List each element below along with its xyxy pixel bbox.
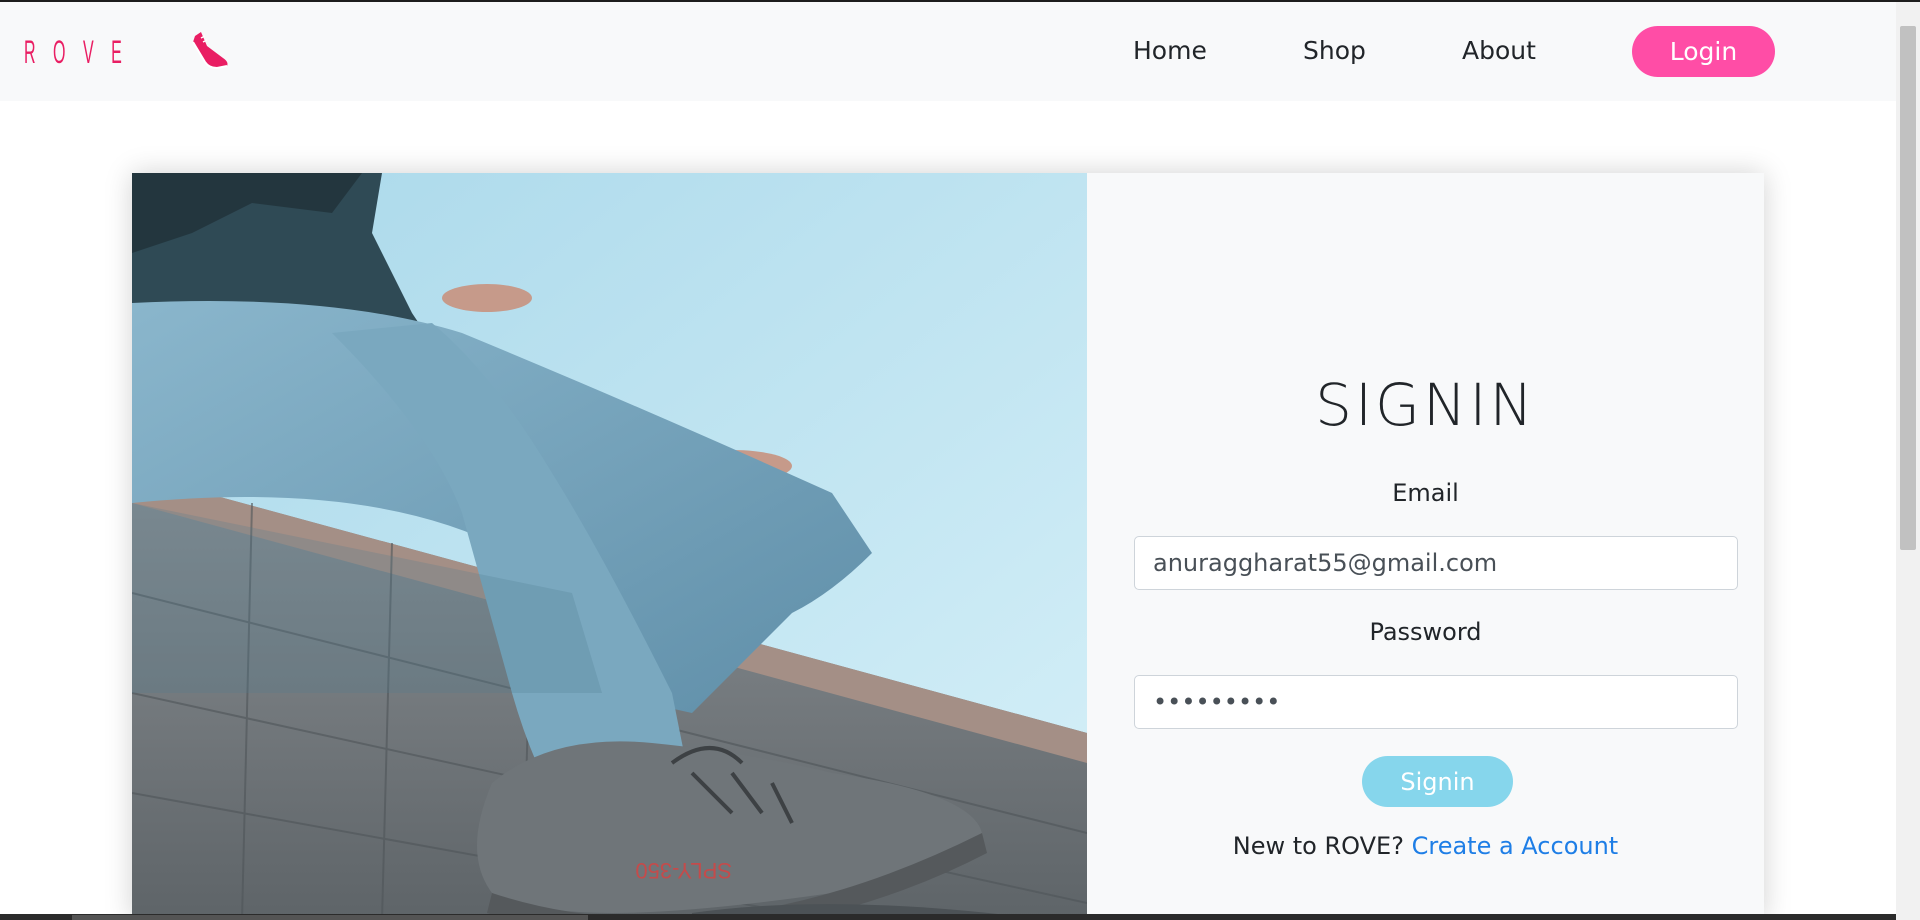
signin-form-panel: SIGNIN Email Password Signin New to ROVE… xyxy=(1087,173,1764,920)
scrollbar-thumb[interactable] xyxy=(1900,26,1916,550)
signin-heading: SIGNIN xyxy=(1315,371,1536,439)
password-field[interactable] xyxy=(1134,675,1738,729)
navbar: ROVE Home Shop About Login xyxy=(0,2,1896,101)
nav-about-link[interactable]: About xyxy=(1462,36,1536,65)
password-label: Password xyxy=(1369,618,1482,646)
email-label: Email xyxy=(1392,479,1459,507)
brand-name: ROVE xyxy=(24,34,140,70)
login-button[interactable]: Login xyxy=(1632,26,1775,77)
email-field[interactable] xyxy=(1134,536,1738,590)
signin-button[interactable]: Signin xyxy=(1362,756,1513,807)
page-scrollbar[interactable] xyxy=(1896,2,1920,920)
signin-card: SPLY-350 SIGNIN Email Password Signin Ne… xyxy=(132,173,1764,920)
hero-photo-illustration: SPLY-350 xyxy=(132,173,1087,920)
horizontal-scrollbar-thumb[interactable] xyxy=(72,915,588,920)
hero-photo: SPLY-350 xyxy=(132,173,1087,920)
nav-shop-link[interactable]: Shop xyxy=(1303,36,1366,65)
create-account-row: New to ROVE? Create a Account xyxy=(1087,832,1764,860)
sneaker-icon xyxy=(192,32,228,70)
brand-logo[interactable]: ROVE xyxy=(24,32,228,71)
new-user-prompt: New to ROVE? xyxy=(1232,832,1404,860)
nav-home-link[interactable]: Home xyxy=(1133,36,1207,65)
svg-text:SPLY-350: SPLY-350 xyxy=(635,858,732,883)
create-account-link[interactable]: Create a Account xyxy=(1412,832,1619,860)
